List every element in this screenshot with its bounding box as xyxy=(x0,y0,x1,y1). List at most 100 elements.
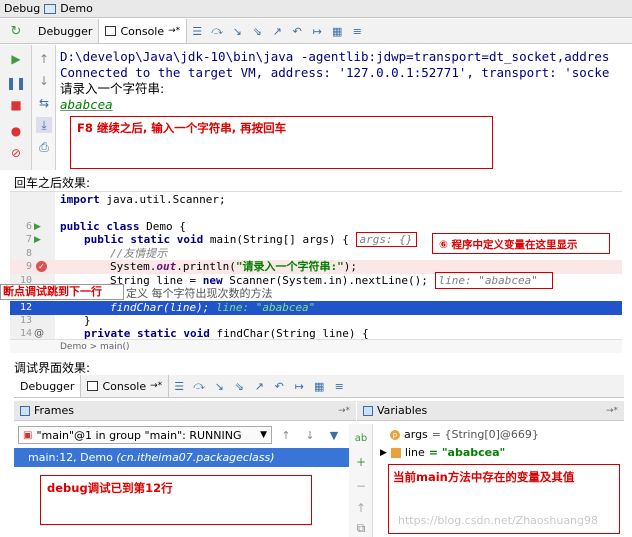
soft-wrap-icon[interactable]: ⇆ xyxy=(36,95,52,111)
tab-pin-icon: →* xyxy=(150,381,163,391)
variables-pin-icon[interactable]: →* xyxy=(606,406,618,416)
step-over-icon[interactable]: ⤼ xyxy=(191,378,207,394)
show-execution-point-icon[interactable]: ☰ xyxy=(171,378,187,394)
thread-bar: ▣ "main"@1 in group "main": RUNNING ▼ ↑ … xyxy=(14,424,356,446)
class-name: Demo { xyxy=(139,220,186,233)
sysout-end: ); xyxy=(343,260,357,273)
step-into-icon[interactable]: ↘ xyxy=(211,378,227,394)
variables-icon xyxy=(363,405,373,416)
comment-tip: //友情提示 xyxy=(110,247,168,260)
copy-icon[interactable]: ⧉ xyxy=(353,520,369,536)
print-icon[interactable]: ⎙ xyxy=(36,139,52,155)
console-line-prompt: 请录入一个字符串: xyxy=(60,81,165,96)
tab-console[interactable]: Console →* xyxy=(99,19,188,43)
tab-console-2[interactable]: Console →* xyxy=(81,375,170,397)
code-line-12-current: 12 findChar(line); line: "ababcea" xyxy=(10,301,622,315)
code-editor[interactable]: 6 import java.util.Scanner; 6 public cla… xyxy=(10,191,622,353)
frame-location: main:12, Demo xyxy=(28,451,113,464)
line-number: 7 xyxy=(25,234,32,245)
annotation-next-line-box: 断点调试跳到下一行 xyxy=(0,284,124,300)
section-title-debug-ui: 调试界面效果: xyxy=(14,361,91,375)
console-icon xyxy=(87,381,99,391)
frame-up-icon[interactable]: ↑ xyxy=(278,427,294,443)
console-icon xyxy=(105,26,117,36)
breakpoint-icon[interactable]: ✓ xyxy=(36,261,47,272)
evaluate-expression-icon[interactable]: ab xyxy=(353,430,369,446)
drop-frame-icon[interactable]: ↶ xyxy=(289,23,305,39)
demo-config-icon xyxy=(44,3,57,14)
resume-icon[interactable]: ▶ xyxy=(8,51,24,67)
variable-row-args[interactable]: p args = {String[0]@669} xyxy=(374,426,624,444)
tab-debugger[interactable]: Debugger xyxy=(32,19,100,43)
run-class-icon[interactable]: ▶ xyxy=(34,222,41,232)
more-icon[interactable]: ≡ xyxy=(349,23,365,39)
force-step-into-icon[interactable]: ⇘ xyxy=(231,378,247,394)
run-main-icon[interactable]: ▶ xyxy=(34,235,41,245)
stop-icon[interactable]: ■ xyxy=(8,97,24,113)
evaluate-icon[interactable]: ▦ xyxy=(329,23,345,39)
force-step-into-icon[interactable]: ⇘ xyxy=(249,23,265,39)
drop-frame-icon[interactable]: ↶ xyxy=(271,378,287,394)
annotation-box-f8: F8 继续之后, 输入一个字符串, 再按回车 xyxy=(70,116,493,169)
debug-title-bar: Debug Demo xyxy=(0,0,632,18)
overrides-icon[interactable]: @ xyxy=(34,328,44,339)
tab-debugger-2[interactable]: Debugger xyxy=(14,375,82,397)
down-icon[interactable]: ↓ xyxy=(36,73,52,89)
frame-row-selected[interactable]: main:12, Demo (cn.itheima07.packageclass… xyxy=(14,448,349,467)
scroll-end-icon[interactable]: ⤓ xyxy=(36,117,52,133)
add-watch-icon[interactable]: + xyxy=(353,454,369,470)
annotation-box-variables: ⑥ 程序中定义变量在这里显示 xyxy=(432,233,610,254)
annotation-f8: F8 继续之后, 输入一个字符串, 再按回车 xyxy=(77,121,287,135)
thread-select[interactable]: ▣ "main"@1 in group "main": RUNNING ▼ xyxy=(18,426,272,444)
view-breakpoints-icon[interactable]: ● xyxy=(8,123,24,139)
variable-value: = {String[0]@669} xyxy=(431,428,539,441)
inline-hint-findchar: line: "ababcea" xyxy=(215,301,316,314)
step-out-icon[interactable]: ↗ xyxy=(251,378,267,394)
variable-row-line[interactable]: ▶ line = "ababcea" xyxy=(374,444,624,462)
annotation-variables: ⑥ 程序中定义变量在这里显示 xyxy=(439,239,578,251)
variable-name: args xyxy=(404,428,428,441)
run-to-cursor-icon[interactable]: ↦ xyxy=(291,378,307,394)
tab-debugger-2-label: Debugger xyxy=(20,379,75,393)
annotation-next-line: 断点调试跳到下一行 xyxy=(3,285,102,298)
frames-pin-icon[interactable]: →* xyxy=(338,406,350,416)
evaluate-icon[interactable]: ▦ xyxy=(311,378,327,394)
thread-select-value: "main"@1 in group "main": RUNNING xyxy=(36,428,242,442)
up-icon[interactable]: ↑ xyxy=(36,51,52,67)
console-line-input: ababcea xyxy=(60,97,113,112)
move-up-icon[interactable]: ↑ xyxy=(353,500,369,516)
expand-icon[interactable]: ▶ xyxy=(380,444,387,462)
line-number: 12 xyxy=(19,302,32,313)
frames-header: Frames →* xyxy=(14,401,356,421)
filter-icon[interactable]: ▼ xyxy=(326,427,342,443)
demo-title[interactable]: Demo xyxy=(60,2,93,15)
line-number: 8 xyxy=(25,248,32,259)
section-title-after-enter: 回车之后效果: xyxy=(14,176,91,190)
line-number: 13 xyxy=(19,315,32,326)
tab-debugger-label: Debugger xyxy=(38,24,93,38)
step-over-icon[interactable]: ⤼ xyxy=(209,23,225,39)
sysout-method: .println( xyxy=(176,260,236,273)
rerun-icon[interactable]: ↻ xyxy=(2,23,30,39)
show-execution-point-icon[interactable]: ☰ xyxy=(189,23,205,39)
annotation-box-line12: debug调试已到第12行 xyxy=(40,475,312,525)
step-into-icon[interactable]: ↘ xyxy=(229,23,245,39)
breadcrumb[interactable]: Demo > main() xyxy=(10,339,622,353)
keyword-main: public static void xyxy=(84,233,204,246)
close-brace: } xyxy=(84,314,91,327)
pause-icon[interactable]: ❚❚ xyxy=(6,75,26,91)
more-icon[interactable]: ≡ xyxy=(331,378,347,394)
variables-title: Variables xyxy=(377,404,428,417)
console-line-command: D:\develop\Java\jdk-10\bin\java -agentli… xyxy=(60,49,610,64)
run-to-cursor-icon[interactable]: ↦ xyxy=(309,23,325,39)
line-number: 9 xyxy=(25,261,32,272)
step-out-icon[interactable]: ↗ xyxy=(269,23,285,39)
remove-watch-icon[interactable]: − xyxy=(353,478,369,494)
variables-header: Variables →* xyxy=(357,401,624,421)
annotation-vars: 当前main方法中存在的变量及其值 xyxy=(393,470,575,484)
mute-breakpoints-icon[interactable]: ⊘ xyxy=(8,145,24,161)
keyword-import: import xyxy=(60,193,100,206)
frame-down-icon[interactable]: ↓ xyxy=(302,427,318,443)
frames-icon xyxy=(20,405,30,416)
debug-title: Debug xyxy=(4,2,41,15)
